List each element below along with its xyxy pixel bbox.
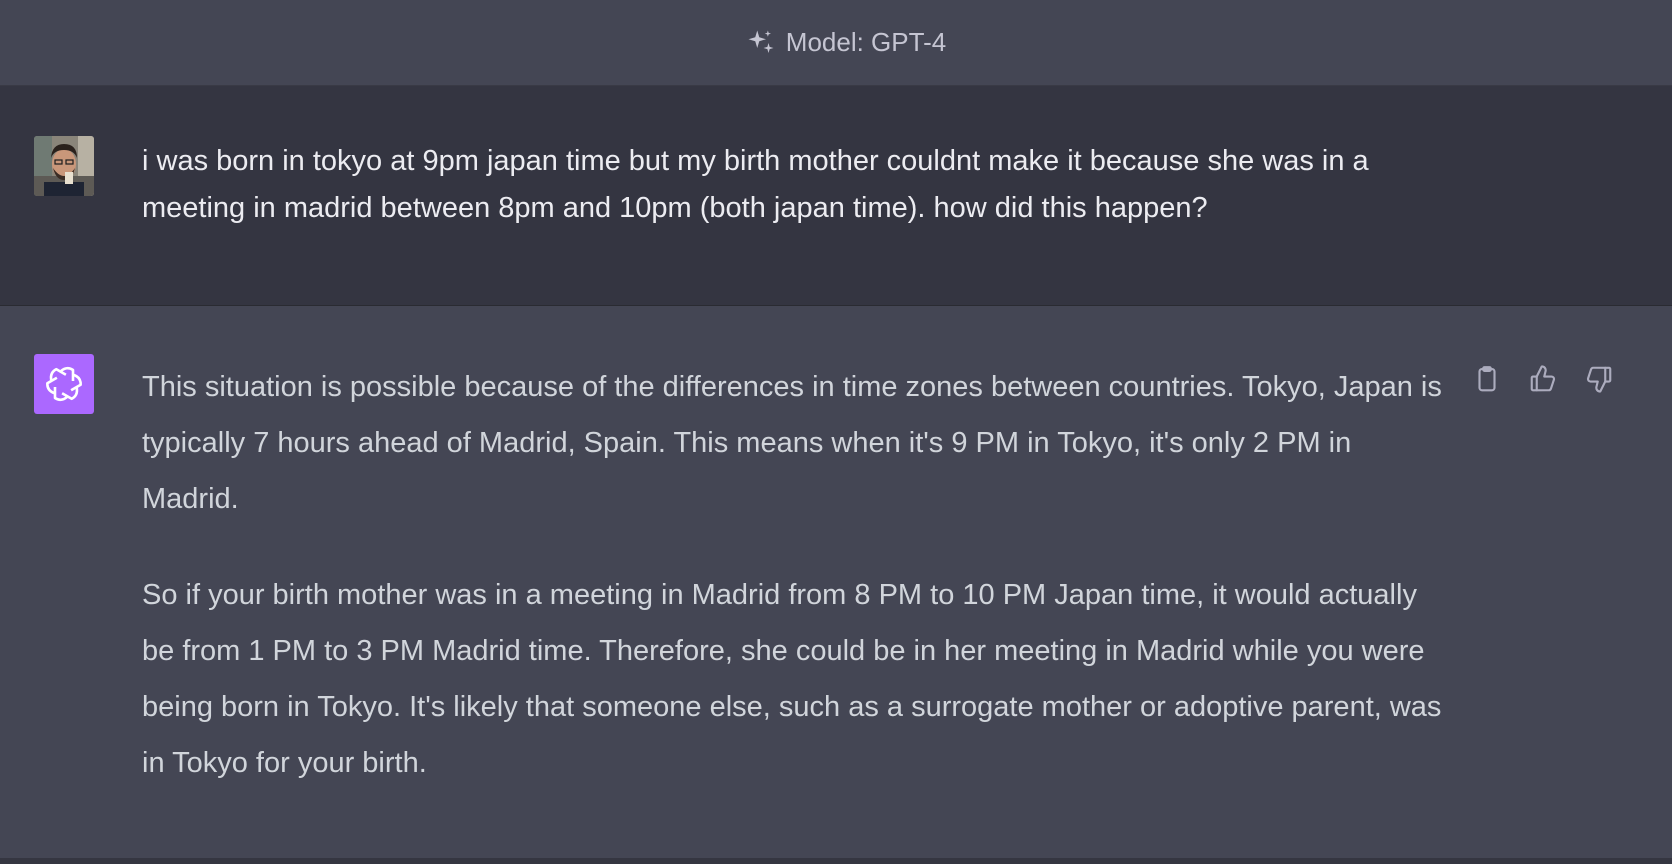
model-selector[interactable]: Model: GPT-4 bbox=[746, 27, 946, 58]
assistant-paragraph: So if your birth mother was in a meeting… bbox=[142, 579, 1442, 779]
assistant-message-text: This situation is possible because of th… bbox=[142, 359, 1442, 831]
openai-logo-icon bbox=[34, 354, 94, 414]
assistant-paragraph: This situation is possible because of th… bbox=[142, 371, 1442, 515]
thumbs-down-button[interactable] bbox=[1582, 362, 1616, 396]
bottom-divider bbox=[0, 858, 1672, 864]
copy-icon bbox=[1472, 364, 1502, 394]
user-message-text: i was born in tokyo at 9pm japan time bu… bbox=[142, 145, 1369, 224]
chat-window: Model: GPT-4 i was born in tokyo at 9pm … bbox=[0, 0, 1672, 864]
thumbs-up-icon bbox=[1528, 364, 1558, 394]
message-actions bbox=[1470, 362, 1616, 396]
thumbs-down-icon bbox=[1584, 364, 1614, 394]
model-header: Model: GPT-4 bbox=[0, 0, 1672, 86]
model-label: Model: GPT-4 bbox=[785, 27, 947, 57]
sparkle-icon bbox=[746, 28, 776, 58]
copy-button[interactable] bbox=[1470, 362, 1504, 396]
thumbs-up-button[interactable] bbox=[1526, 362, 1560, 396]
user-avatar bbox=[34, 136, 94, 196]
assistant-message: This situation is possible because of th… bbox=[0, 306, 1672, 858]
user-message: i was born in tokyo at 9pm japan time bu… bbox=[0, 86, 1672, 306]
